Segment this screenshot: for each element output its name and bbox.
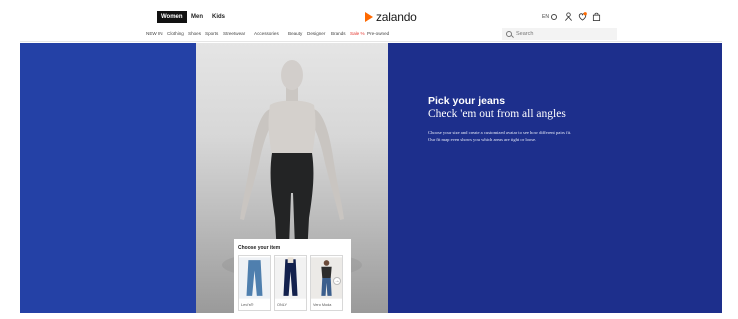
tab-kids[interactable]: Kids bbox=[212, 11, 225, 23]
zalando-logo[interactable]: zalando bbox=[365, 10, 417, 24]
nav-brands[interactable]: Brands bbox=[331, 31, 346, 36]
item-card[interactable]: ONLY bbox=[274, 255, 307, 311]
page: Women Men Kids zalando EN NEW IN Clothin… bbox=[0, 0, 738, 319]
zalando-logo-icon bbox=[365, 12, 373, 22]
nav-accessories[interactable]: Accessories bbox=[254, 31, 279, 36]
logo-text: zalando bbox=[376, 10, 417, 24]
nav-shoes[interactable]: Shoes bbox=[188, 31, 201, 36]
hero-right-panel: Pick your jeans Check 'em out from all a… bbox=[388, 43, 722, 313]
nav-sports[interactable]: Sports bbox=[205, 31, 218, 36]
next-arrow-icon[interactable]: → bbox=[333, 277, 341, 285]
globe-icon bbox=[550, 14, 557, 20]
hero-subtitle: Check 'em out from all angles bbox=[428, 108, 566, 120]
item-card[interactable]: Levi's® bbox=[238, 255, 271, 311]
item-label: Levi's® bbox=[241, 303, 254, 307]
tab-men[interactable]: Men bbox=[191, 11, 203, 23]
nav-designer[interactable]: Designer bbox=[307, 31, 325, 36]
category-nav: NEW IN Clothing Shoes Sports Streetwear … bbox=[20, 27, 722, 42]
chooser-title: Choose your item bbox=[238, 245, 281, 251]
item-chooser-card: Choose your item Levi's® ONLY Vero Moda … bbox=[234, 239, 351, 313]
product-image-levis bbox=[239, 257, 270, 299]
search-input[interactable]: Search bbox=[502, 28, 617, 40]
nav-clothing[interactable]: Clothing bbox=[167, 31, 184, 36]
zalando-site: Women Men Kids zalando EN NEW IN Clothin… bbox=[20, 5, 722, 313]
language-selector[interactable]: EN bbox=[542, 12, 557, 22]
nav-sale[interactable]: Sale % bbox=[350, 31, 365, 36]
hero-title: Pick your jeans bbox=[428, 95, 506, 107]
item-label: ONLY bbox=[277, 303, 288, 307]
tab-women[interactable]: Women bbox=[157, 11, 187, 23]
top-bar: Women Men Kids zalando EN bbox=[20, 5, 722, 27]
nav-pre-owned[interactable]: Pre-owned bbox=[367, 31, 389, 36]
nav-beauty[interactable]: Beauty bbox=[288, 31, 302, 36]
search-icon bbox=[506, 31, 512, 37]
item-label: Vero Moda bbox=[313, 303, 332, 307]
item-card[interactable]: Vero Moda → bbox=[310, 255, 343, 311]
language-label: EN bbox=[542, 14, 549, 20]
product-image-only bbox=[275, 257, 306, 299]
hero-copy: Pick your jeans Check 'em out from all a… bbox=[428, 95, 603, 143]
hero-left-panel bbox=[20, 43, 196, 313]
nav-streetwear[interactable]: Streetwear bbox=[223, 31, 245, 36]
nav-new-in[interactable]: NEW IN bbox=[146, 31, 163, 36]
search-placeholder: Search bbox=[516, 31, 534, 37]
hero-description: Choose your size and create a customized… bbox=[428, 130, 572, 142]
wishlist-icon[interactable] bbox=[578, 12, 587, 21]
item-list: Levi's® ONLY Vero Moda → bbox=[238, 255, 343, 311]
bag-icon[interactable] bbox=[592, 12, 601, 21]
account-icon[interactable] bbox=[564, 12, 573, 21]
hero-banner: Pick your jeans Check 'em out from all a… bbox=[20, 43, 722, 313]
